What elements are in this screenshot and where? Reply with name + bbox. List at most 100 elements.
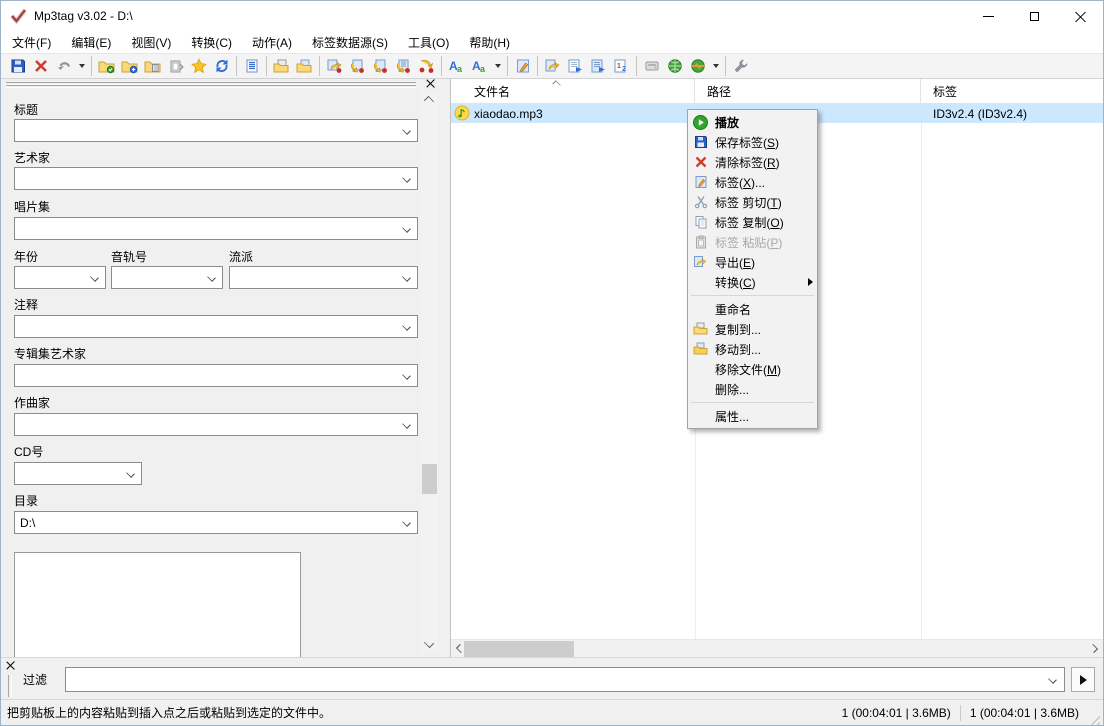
scroll-down-icon[interactable] [424,638,434,648]
context-menu-item-tag-paste[interactable]: 标签 粘贴(P) [688,232,817,252]
convert-tag-filename-icon[interactable] [323,55,346,77]
playlist-icon[interactable] [564,55,587,77]
album-artist-field[interactable] [14,364,418,387]
file-list-horizontal-scrollbar[interactable] [451,639,1103,657]
favorites-star-icon[interactable] [187,55,210,77]
tag-panel-grabber[interactable] [6,82,416,88]
tag-panel-toggle-icon[interactable] [240,55,263,77]
comment-field[interactable] [14,315,418,338]
change-directory-icon[interactable] [95,55,118,77]
status-total-info: 1 (00:04:01 | 3.6MB) [970,706,1079,720]
filter-apply-button[interactable] [1071,667,1095,692]
refresh-icon[interactable] [210,55,233,77]
add-directory-icon[interactable] [118,55,141,77]
favorite-directory-icon[interactable] [141,55,164,77]
minimize-button[interactable] [965,1,1011,31]
options-wrench-icon[interactable] [729,55,752,77]
context-menu-item-tag[interactable]: 标签(X)... [688,172,817,192]
title-field[interactable] [14,119,418,142]
context-menu-item-move-to[interactable]: 移动到... [688,339,817,359]
chevron-down-icon [402,420,411,429]
album-field[interactable] [14,217,418,240]
cover-art-box[interactable] [14,552,301,657]
context-menu-item-rename[interactable]: 重命名 [688,299,817,319]
context-menu-item-play[interactable]: 播放 [688,112,817,132]
menu-tools[interactable]: 工具(O) [398,32,459,53]
context-menu-item-export[interactable]: 导出(E) [688,252,817,272]
auto-numbering-wizard-icon[interactable]: 12 [610,55,633,77]
move-to-folder-icon [691,341,710,357]
cd-lookup-icon[interactable] [640,55,663,77]
track-field[interactable] [111,266,223,289]
paste-tag-icon[interactable] [293,55,316,77]
edit-tag-icon[interactable] [511,55,534,77]
context-menu-item-delete[interactable]: 删除... [688,379,817,399]
save-tag-icon[interactable] [6,55,29,77]
chevron-down-icon [1048,675,1057,684]
year-field[interactable] [14,266,106,289]
column-header-filename[interactable]: 文件名 [451,79,695,103]
convert-filename-tag-icon[interactable] [346,55,369,77]
play-icon [691,114,710,130]
menu-help[interactable]: 帮助(H) [459,32,520,53]
undo-dropdown-icon[interactable] [75,55,88,77]
copy-tag-icon[interactable] [270,55,293,77]
play-triangle-icon [1080,675,1087,685]
column-header-path[interactable]: 路径 [695,79,921,103]
filter-input[interactable] [65,667,1065,692]
toolbar-separator [725,56,726,76]
actions-quick-icon[interactable]: Aa [468,55,491,77]
scrollbar-thumb[interactable] [422,464,437,494]
menu-actions[interactable]: 动作(A) [242,32,302,53]
directory-field[interactable]: D:\ [14,511,418,534]
chevron-down-icon [402,273,411,282]
menu-file[interactable]: 文件(F) [2,32,61,53]
blank-icon [691,301,710,317]
scroll-right-icon[interactable] [1089,644,1098,653]
composer-field[interactable] [14,413,418,436]
actions-dropdown-icon[interactable] [491,55,504,77]
blank-icon [691,361,710,377]
web-sources-icon[interactable] [663,55,686,77]
context-menu-item-tag-cut[interactable]: 标签 剪切(T) [688,192,817,212]
context-menu-item-properties[interactable]: 属性... [688,406,817,426]
filter-bar-grip[interactable] [8,675,12,697]
maximize-button[interactable] [1011,1,1057,31]
title-bar: Mp3tag v3.02 - D:\ [1,1,1103,31]
context-menu-item-save-tag[interactable]: 保存标签(S) [688,132,817,152]
resize-grip[interactable] [1087,712,1100,725]
context-menu-item-tag-copy[interactable]: 标签 复制(O) [688,212,817,232]
context-menu-item-copy-to[interactable]: 复制到... [688,319,817,339]
genre-field[interactable] [229,266,418,289]
export-icon[interactable] [541,55,564,77]
scissors-icon [691,194,710,210]
close-button[interactable] [1057,1,1103,31]
disc-number-field[interactable] [14,462,142,485]
tag-panel-scrollbar[interactable] [421,91,438,653]
column-header-tag[interactable]: 标签 [921,79,1103,103]
genre-field-label: 流派 [229,248,253,262]
convert-filename-filename-icon[interactable] [369,55,392,77]
context-menu-item-clear-tag[interactable]: 清除标签(R) [688,152,817,172]
convert-text-file-tag-icon[interactable] [392,55,415,77]
artist-field[interactable] [14,167,418,190]
column-divider [921,104,922,639]
playlist-selected-icon[interactable] [587,55,610,77]
scroll-up-icon[interactable] [424,96,434,106]
context-menu-item-convert[interactable]: 转换(C) [688,272,817,292]
convert-tag-tag-icon[interactable] [415,55,438,77]
undo-icon[interactable] [52,55,75,77]
toolbar-separator [537,56,538,76]
menu-view[interactable]: 视图(V) [121,32,181,53]
actions-icon[interactable]: Aa [445,55,468,77]
web-sources-dropdown-icon[interactable] [709,55,722,77]
tag-panel-close-button[interactable] [426,79,438,91]
scrollbar-thumb[interactable] [464,641,574,657]
remove-tag-icon[interactable] [29,55,52,77]
menu-edit[interactable]: 编辑(E) [61,32,121,53]
web-sources-alt-icon[interactable] [686,55,709,77]
paste-file-list-icon[interactable] [164,55,187,77]
context-menu-item-remove-file[interactable]: 移除文件(M) [688,359,817,379]
menu-convert[interactable]: 转换(C) [181,32,242,53]
menu-tag-sources[interactable]: 标签数据源(S) [302,32,398,53]
